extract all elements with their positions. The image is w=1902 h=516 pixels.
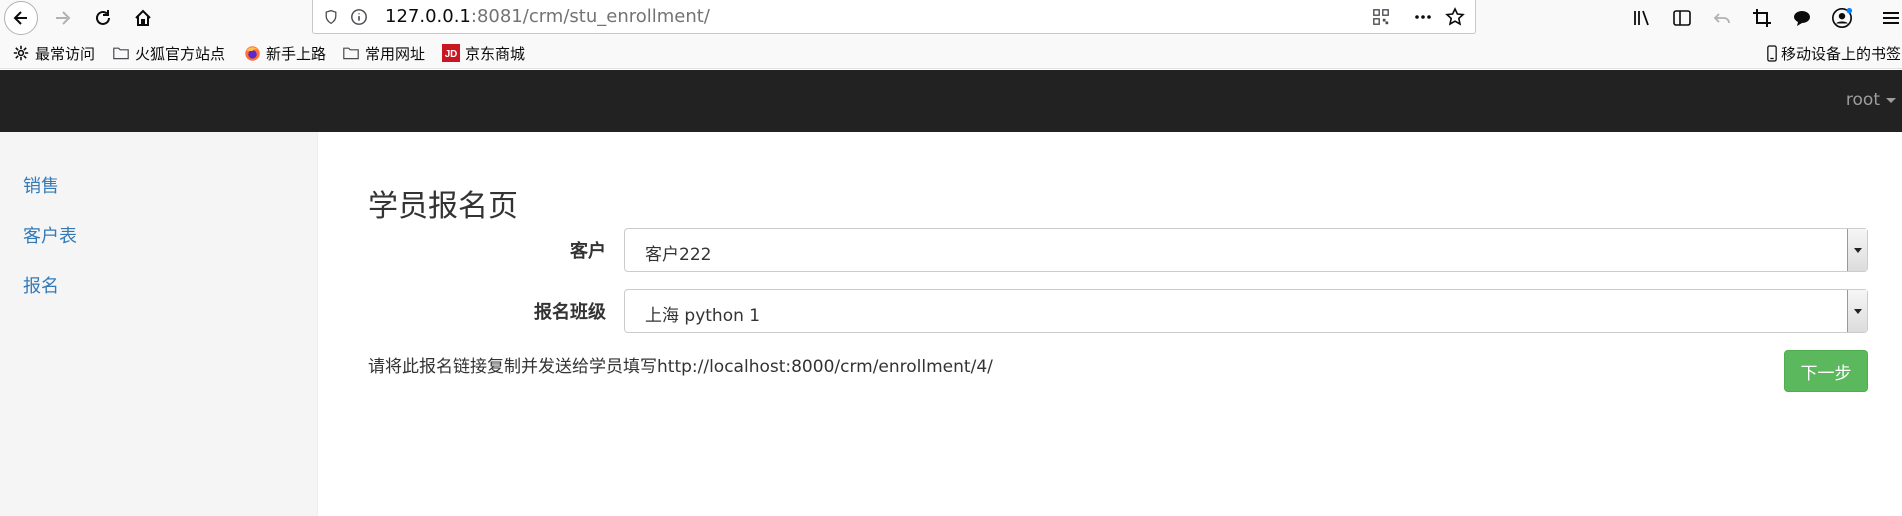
sidebar-item-customers[interactable]: 客户表 [23, 222, 77, 248]
back-arrow-icon [13, 11, 27, 25]
account-icon[interactable] [1830, 6, 1854, 30]
bookmark-most-visited[interactable]: 最常访问 [12, 43, 95, 63]
url-text[interactable]: 127.0.0.1:8081/crm/stu_enrollment/ [385, 6, 710, 27]
chat-bubble-icon[interactable] [1790, 6, 1814, 30]
caret-down-icon [1886, 97, 1896, 103]
page-title: 学员报名页 [368, 189, 518, 224]
back-button[interactable] [4, 1, 38, 35]
main-content: 学员报名页 客户 客户222 报名班级 上海 python 1 请将此报名链接复… [318, 132, 1902, 516]
bookmark-label: 最常访问 [35, 44, 96, 63]
class-label: 报名班级 [534, 302, 606, 323]
hamburger-menu-icon[interactable] [1878, 6, 1902, 30]
bookmark-label: 常用网址 [365, 44, 426, 63]
customer-select[interactable]: 客户222 [624, 228, 1868, 272]
bookmark-label: 京东商城 [465, 44, 526, 63]
bookmark-star-icon[interactable] [1445, 7, 1465, 27]
sidebar: 销售 客户表 报名 [0, 132, 318, 516]
library-icon[interactable] [1630, 6, 1654, 30]
shield-icon[interactable] [321, 7, 341, 27]
undo-icon[interactable] [1710, 6, 1734, 30]
class-select-value: 上海 python 1 [645, 306, 761, 326]
username: root [1845, 90, 1880, 110]
home-button[interactable] [126, 1, 160, 35]
forward-button[interactable] [46, 1, 80, 35]
gear-icon [12, 44, 30, 62]
next-step-button[interactable]: 下一步 [1784, 350, 1868, 392]
user-dropdown[interactable]: root [1846, 90, 1896, 110]
reload-button[interactable] [86, 1, 120, 35]
url-path: :8081/crm/stu_enrollment/ [470, 6, 710, 27]
customer-select-value: 客户222 [645, 245, 712, 265]
jd-icon: JD [442, 44, 460, 62]
url-bar[interactable]: 127.0.0.1:8081/crm/stu_enrollment/ [312, 0, 1476, 34]
home-icon [135, 9, 151, 26]
dropdown-arrow-icon[interactable] [1847, 290, 1867, 332]
bookmark-label: 火狐官方站点 [135, 44, 226, 63]
folder-icon [112, 44, 130, 62]
qr-code-icon[interactable] [1371, 7, 1391, 27]
dropdown-arrow-icon[interactable] [1847, 229, 1867, 271]
bookmark-label: 新手上路 [266, 44, 327, 63]
forward-arrow-icon [56, 11, 71, 25]
bookmark-label: 移动设备上的书签 [1781, 44, 1902, 63]
url-host: 127.0.0.1 [385, 6, 471, 27]
sidebar-item-sales[interactable]: 销售 [23, 172, 59, 198]
sidebar-item-enrollment[interactable]: 报名 [23, 272, 59, 298]
info-icon[interactable] [349, 7, 369, 27]
folder-icon [342, 44, 360, 62]
customer-label: 客户 [570, 241, 606, 262]
jd-logo-text: JD [445, 49, 458, 60]
bookmark-common-sites[interactable]: 常用网址 [342, 43, 425, 63]
bookmark-mobile[interactable]: 移动设备上的书签 [1766, 43, 1901, 63]
bookmarks-toolbar: 最常访问 火狐官方站点 新手上路 常用网址 JD 京东商城 移动设备上的书签 [0, 37, 1902, 69]
top-navbar: root [0, 70, 1902, 132]
enrollment-link-hint: 请将此报名链接复制并发送给学员填写http://localhost:8000/c… [368, 357, 993, 377]
bookmark-getting-started[interactable]: 新手上路 [243, 43, 326, 63]
more-actions-icon[interactable] [1413, 7, 1433, 27]
bookmark-firefox-site[interactable]: 火狐官方站点 [112, 43, 225, 63]
firefox-icon [243, 44, 261, 62]
sidebar-toggle-icon[interactable] [1670, 6, 1694, 30]
reload-icon [96, 10, 110, 25]
bookmark-jd[interactable]: JD 京东商城 [442, 43, 525, 63]
class-select[interactable]: 上海 python 1 [624, 289, 1868, 333]
browser-toolbar: 127.0.0.1:8081/crm/stu_enrollment/ [0, 0, 1902, 37]
mobile-phone-icon [1766, 44, 1778, 62]
crop-screenshot-icon[interactable] [1750, 6, 1774, 30]
